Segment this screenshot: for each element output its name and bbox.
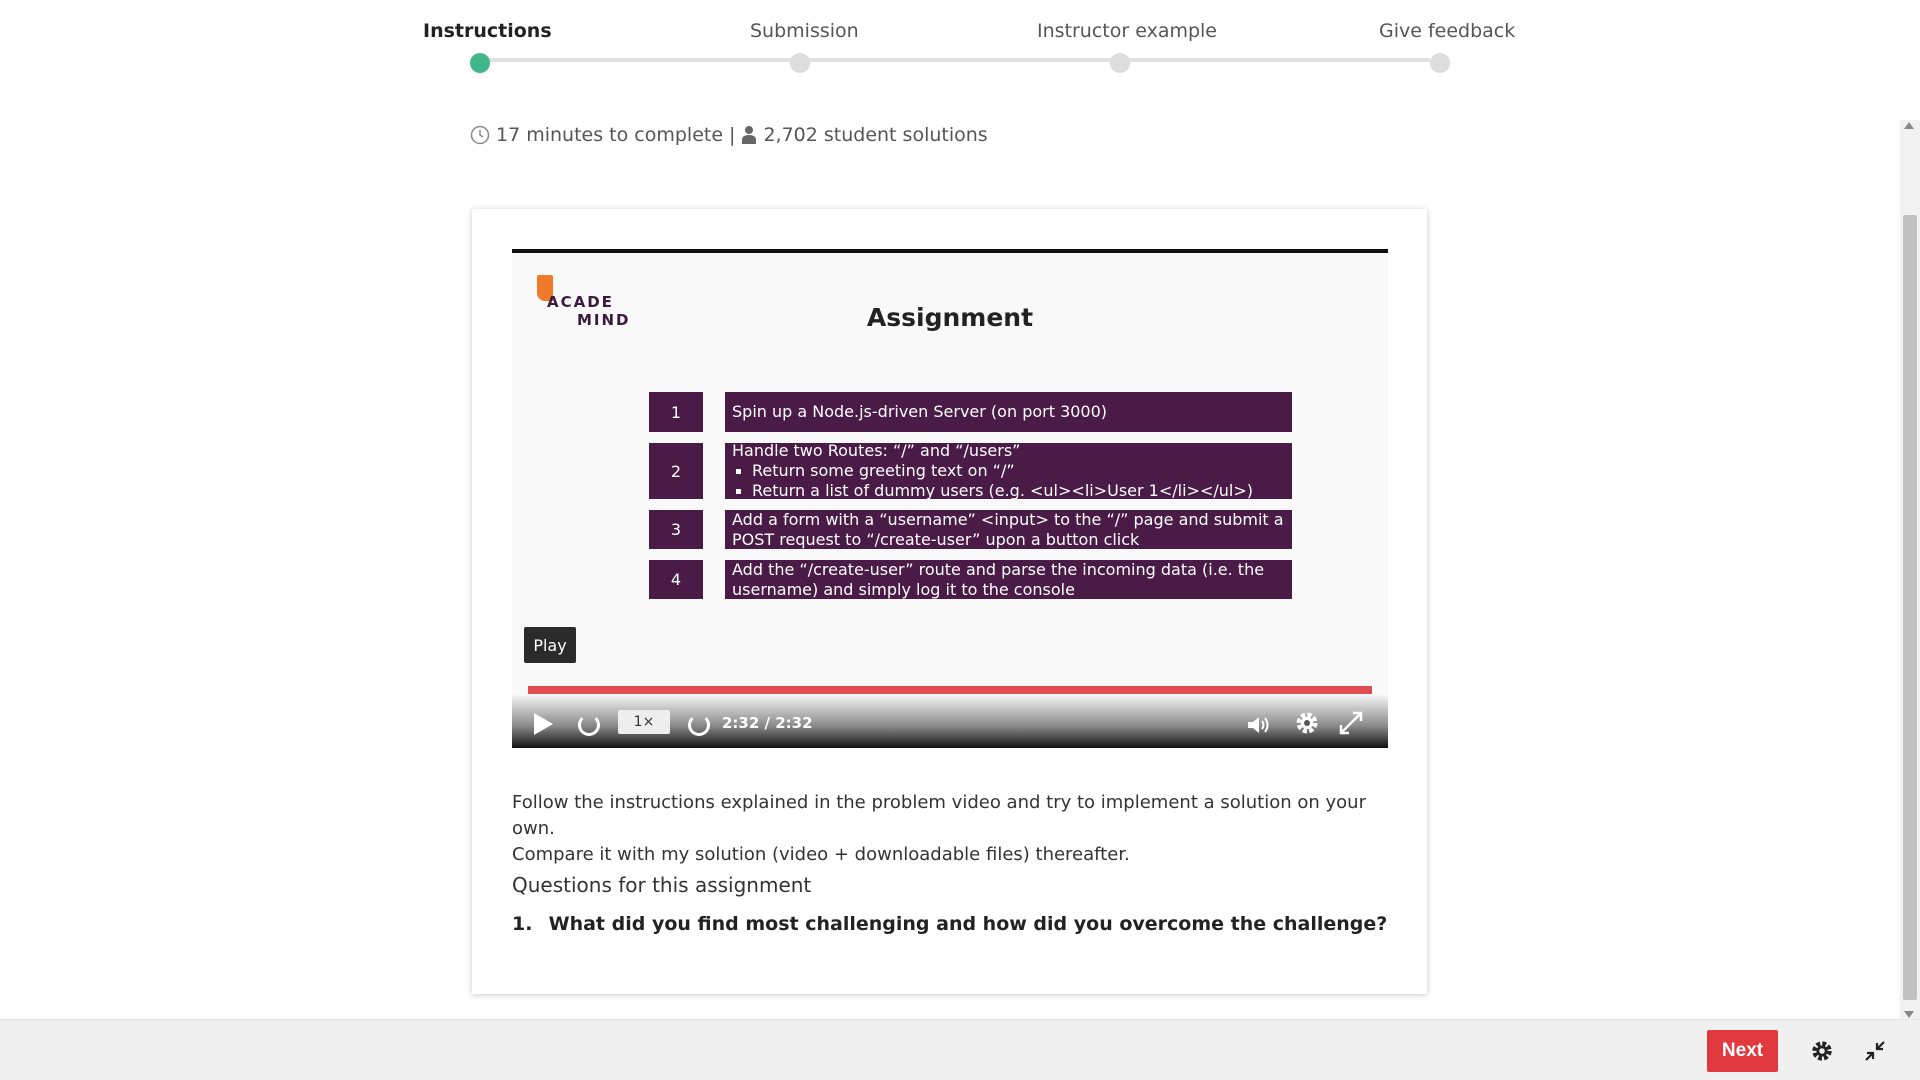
rewind-icon[interactable] [578,714,600,736]
stepper-track [480,58,1430,62]
gear-icon[interactable] [1810,1039,1834,1063]
assignment-meta: 17 minutes to complete | 2,702 student s… [470,124,988,146]
user-icon [742,126,757,144]
task-number-3: 3 [649,510,703,549]
progress-stepper: Instructions Submission Instructor examp… [423,20,1515,80]
video-player[interactable]: ACADE MIND Assignment 1 Spin up a Node.j… [512,249,1388,748]
assignment-card: ACADE MIND Assignment 1 Spin up a Node.j… [472,209,1427,994]
task-number-1: 1 [649,392,703,432]
questions-heading: Questions for this assignment [512,873,812,897]
question-text: What did you find most challenging and h… [548,913,1388,935]
meta-separator: | [729,124,736,146]
assignment-description: Follow the instructions explained in the… [512,790,1392,868]
step-dot-instructions[interactable] [470,53,490,73]
step-instructions[interactable]: Instructions [423,20,552,42]
step-submission[interactable]: Submission [750,20,859,42]
footer-bar: Next [0,1019,1920,1080]
description-line-1: Follow the instructions explained in the… [512,792,1366,839]
task-2-sub-2: Return a list of dummy users (e.g. <ul><… [732,481,1285,501]
solutions-text: 2,702 student solutions [763,124,988,146]
task-1-line-1: Spin up a Node.js-driven Server (on port… [732,402,1108,421]
step-instructor-example[interactable]: Instructor example [1037,20,1217,42]
step-dot-submission[interactable] [790,53,810,73]
scroll-up-arrow-icon[interactable] [1904,122,1914,129]
video-controls: 1× 2:32 / 2:32 [512,694,1388,748]
task-box-2: Handle two Routes: “/” and “/users” Retu… [725,441,1292,501]
task-box-4: Add the “/create-user” route and parse t… [725,560,1292,599]
playback-speed-button[interactable]: 1× [618,710,670,734]
duration-text: 17 minutes to complete [496,124,724,146]
task-4-line-1: Add the “/create-user” route and parse t… [732,559,1265,579]
scroll-thumb[interactable] [1903,215,1917,1000]
video-time: 2:32 / 2:32 [722,714,813,732]
step-dot-give-feedback[interactable] [1430,53,1450,73]
step-dot-instructor-example[interactable] [1110,53,1130,73]
question-item: 1. What did you find most challenging an… [512,913,1387,935]
task-box-1: Spin up a Node.js-driven Server (on port… [725,392,1292,432]
play-icon[interactable] [534,713,553,735]
video-progress-bar[interactable] [528,686,1372,694]
task-3-line-1: Add a form with a “username” <input> to … [732,509,1284,529]
next-button[interactable]: Next [1707,1030,1778,1072]
step-give-feedback[interactable]: Give feedback [1379,20,1515,42]
task-2-sub-1: Return some greeting text on “/” [732,461,1285,481]
fullscreen-icon[interactable] [1338,710,1364,736]
play-tooltip: Play [524,627,576,663]
clock-icon [470,125,490,145]
volume-icon[interactable] [1246,714,1272,736]
scroll-down-arrow-icon[interactable] [1904,1011,1914,1018]
task-3-line-2: POST request to “/create-user” upon a bu… [732,529,1140,549]
slide-title: Assignment [866,303,1034,332]
task-box-3: Add a form with a “username” <input> to … [725,510,1292,549]
video-settings-icon[interactable] [1294,710,1320,736]
task-number-4: 4 [649,560,703,599]
page-scrollbar[interactable] [1900,120,1920,1020]
task-number-2: 2 [649,443,703,499]
description-line-2: Compare it with my solution (video + dow… [512,844,1130,865]
collapse-icon[interactable] [1863,1039,1887,1063]
task-2-line-1: Handle two Routes: “/” and “/users” [732,441,1021,460]
task-4-line-2: username) and simply log it to the conso… [732,579,1075,599]
forward-icon[interactable] [688,714,710,736]
question-number: 1. [512,913,533,935]
